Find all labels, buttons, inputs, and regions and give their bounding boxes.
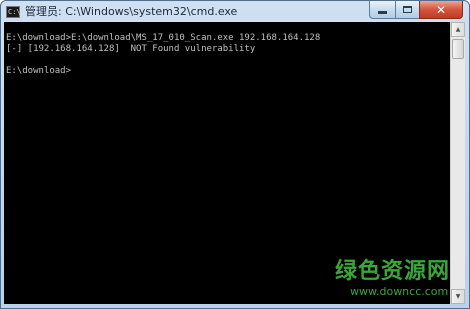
cmd-console-icon[interactable]: C:\ <box>6 6 21 18</box>
minimize-button[interactable] <box>369 1 395 19</box>
scroll-thumb[interactable] <box>452 39 464 59</box>
scroll-down-button[interactable]: ▼ <box>451 289 465 304</box>
title-bar[interactable]: C:\ 管理员: C:\Windows\system32\cmd.exe ✕ <box>1 1 469 23</box>
arrow-down-icon: ▼ <box>455 293 461 300</box>
console-line-command: E:\download>E:\download\MS_17_010_Scan.e… <box>6 33 321 43</box>
console-line-result: [-] [192.168.164.128] NOT Found vulnerab… <box>6 44 256 54</box>
maximize-button[interactable] <box>395 1 419 19</box>
minimize-icon <box>378 11 387 14</box>
watermark-url: www.downcc.com <box>350 285 449 298</box>
close-icon: ✕ <box>435 2 447 17</box>
scroll-up-button[interactable]: ▲ <box>451 22 465 37</box>
arrow-up-icon: ▲ <box>455 26 461 33</box>
window-controls: ✕ <box>369 1 463 20</box>
window-title: 管理员: C:\Windows\system32\cmd.exe <box>25 5 238 18</box>
close-button[interactable]: ✕ <box>419 1 463 19</box>
console-line-prompt: E:\download> <box>6 66 72 76</box>
maximize-icon <box>403 6 412 13</box>
watermark-logo-text: 绿色资源网 <box>335 259 451 284</box>
